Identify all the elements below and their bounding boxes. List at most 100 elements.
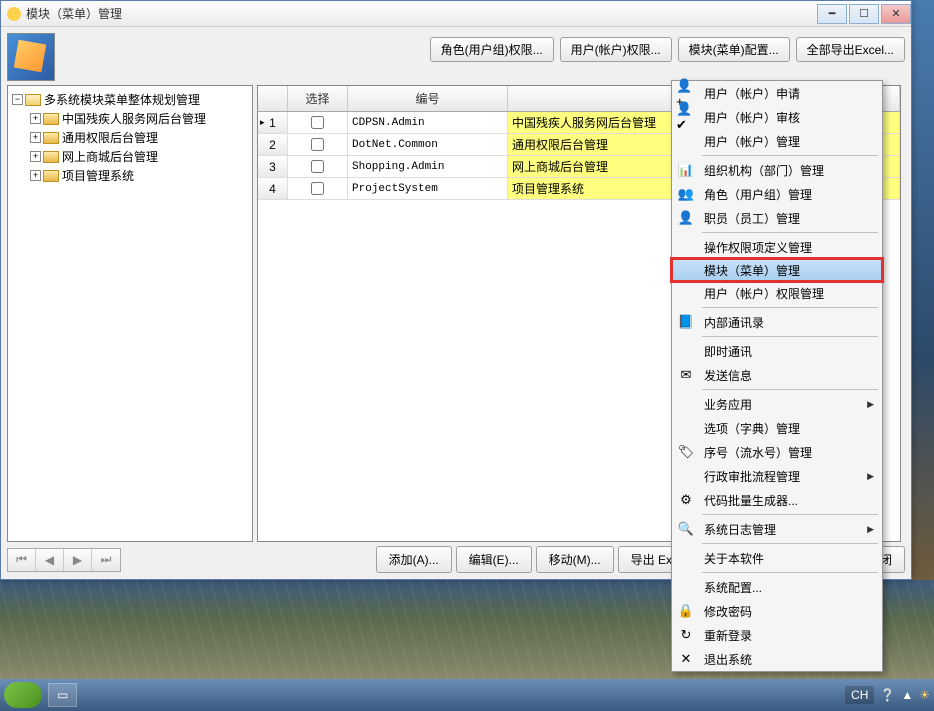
expand-icon[interactable]: + (30, 113, 41, 124)
submenu-arrow-icon: ▶ (867, 399, 874, 410)
move-button[interactable]: 移动(M)... (536, 546, 614, 573)
menu-item-icon (676, 260, 696, 280)
record-navigator: ⏮ ◀ ▶ ⏭ (7, 548, 121, 572)
menu-item-label: 序号（流水号）管理 (704, 444, 874, 461)
help-icon[interactable]: ❔ (880, 688, 895, 702)
row-checkbox[interactable] (311, 182, 324, 195)
menu-item-icon: 👤 (676, 208, 696, 228)
menu-item[interactable]: 用户（帐户）权限管理 (672, 281, 882, 305)
menu-item-icon (676, 394, 696, 414)
menu-item[interactable]: 👥角色（用户组）管理 (672, 182, 882, 206)
menu-item-icon: 👤+ (676, 83, 696, 103)
menu-item[interactable]: 选项（字典）管理 (672, 416, 882, 440)
notification-icon[interactable]: ☀ (919, 688, 930, 702)
taskbar-item[interactable]: ▭ (48, 683, 77, 707)
row-number-header (258, 86, 288, 111)
start-button[interactable] (4, 682, 42, 708)
menu-item-icon: 📘 (676, 312, 696, 332)
submenu-arrow-icon: ▶ (867, 471, 874, 482)
menu-item[interactable]: ⚙代码批量生成器... (672, 488, 882, 512)
context-menu[interactable]: 👤+用户（帐户）申请👤✔用户（帐户）审核用户（帐户）管理 📊 组织机构（部门）管理 👥… (671, 80, 883, 672)
minimize-button[interactable]: ━ (817, 4, 847, 24)
edit-button[interactable]: 编辑(E)... (456, 546, 532, 573)
row-number-cell: 4 (258, 178, 288, 199)
menu-item[interactable]: 👤+用户（帐户）申请 (672, 81, 882, 105)
expand-icon[interactable]: + (30, 170, 41, 181)
tree-item[interactable]: +中国残疾人服务网后台管理 (12, 109, 248, 128)
role-permission-button[interactable]: 角色(用户组)权限... (430, 37, 554, 62)
row-checkbox[interactable] (311, 116, 324, 129)
nav-last-button[interactable]: ⏭ (92, 549, 120, 571)
taskbar[interactable]: ▭ CH ❔ ▲ ☀ (0, 679, 934, 711)
expand-icon[interactable]: + (30, 132, 41, 143)
tray-icon[interactable]: ▲ (901, 688, 913, 702)
titlebar[interactable]: 模块（菜单）管理 ━ ☐ ✕ (1, 1, 911, 27)
row-number-cell: 1 (258, 112, 288, 133)
expand-icon[interactable]: + (30, 151, 41, 162)
menu-separator (702, 336, 878, 337)
nav-first-button[interactable]: ⏮ (8, 549, 36, 571)
menu-item-icon: 📊 (676, 160, 696, 180)
system-tray: CH ❔ ▲ ☀ (845, 686, 930, 704)
row-checkbox[interactable] (311, 138, 324, 151)
code-cell: ProjectSystem (348, 178, 508, 199)
menu-item[interactable]: 👤✔用户（帐户）审核 (672, 105, 882, 129)
menu-item[interactable]: 行政审批流程管理▶ (672, 464, 882, 488)
menu-item[interactable]: 📊 组织机构（部门）管理 (672, 158, 882, 182)
row-number-cell: 2 (258, 134, 288, 155)
tree-root[interactable]: − 多系统模块菜单整体规划管理 (12, 90, 248, 109)
menu-item-label: 职员（员工）管理 (704, 210, 874, 227)
close-button[interactable]: ✕ (881, 4, 911, 24)
folder-icon (43, 170, 59, 182)
menu-item[interactable]: 📘内部通讯录 (672, 310, 882, 334)
ime-indicator[interactable]: CH (845, 686, 874, 704)
menu-item-icon (676, 131, 696, 151)
nav-next-button[interactable]: ▶ (64, 549, 92, 571)
menu-item[interactable]: 🏷序号（流水号）管理 (672, 440, 882, 464)
menu-separator (702, 155, 878, 156)
row-checkbox[interactable] (311, 160, 324, 173)
nav-prev-button[interactable]: ◀ (36, 549, 64, 571)
menu-item-icon: 👥 (676, 184, 696, 204)
menu-item-icon: ↻ (676, 625, 696, 645)
menu-item[interactable]: 系统配置... (672, 575, 882, 599)
add-button[interactable]: 添加(A)... (376, 546, 452, 573)
user-permission-button[interactable]: 用户(帐户)权限... (560, 37, 672, 62)
menu-item[interactable]: 操作权限项定义管理 (672, 235, 882, 259)
tree-item-label: 项目管理系统 (62, 167, 134, 184)
tree-item[interactable]: +通用权限后台管理 (12, 128, 248, 147)
select-column-header[interactable]: 选择 (288, 86, 348, 111)
menu-item-label: 用户（帐户）审核 (704, 109, 874, 126)
code-column-header[interactable]: 编号 (348, 86, 508, 111)
code-cell: CDPSN.Admin (348, 112, 508, 133)
maximize-button[interactable]: ☐ (849, 4, 879, 24)
module-tree[interactable]: − 多系统模块菜单整体规划管理 +中国残疾人服务网后台管理+通用权限后台管理+网… (7, 85, 253, 542)
menu-item[interactable]: 🔒修改密码 (672, 599, 882, 623)
module-config-button[interactable]: 模块(菜单)配置... (678, 37, 790, 62)
menu-item-label: 代码批量生成器... (704, 492, 874, 509)
window-title: 模块（菜单）管理 (26, 5, 815, 22)
menu-separator (702, 543, 878, 544)
menu-item-label: 修改密码 (704, 603, 874, 620)
menu-item-label: 行政审批流程管理 (704, 468, 867, 485)
menu-item[interactable]: 模块（菜单）管理 (671, 258, 883, 282)
menu-item[interactable]: 🔍系统日志管理▶ (672, 517, 882, 541)
menu-item-icon (676, 283, 696, 303)
menu-item-icon (676, 577, 696, 597)
menu-item[interactable]: ✉发送信息 (672, 363, 882, 387)
menu-item[interactable]: ↻重新登录 (672, 623, 882, 647)
folder-icon (43, 151, 59, 163)
menu-item-label: 组织机构（部门）管理 (704, 162, 874, 179)
tree-item[interactable]: + 项目管理系统 (12, 166, 248, 185)
menu-item[interactable]: 业务应用▶ (672, 392, 882, 416)
menu-item[interactable]: 即时通讯 (672, 339, 882, 363)
folder-open-icon (25, 94, 41, 106)
collapse-icon[interactable]: − (12, 94, 23, 105)
menu-item[interactable]: 👤 职员（员工）管理 (672, 206, 882, 230)
menu-item[interactable]: ✕退出系统 (672, 647, 882, 671)
export-excel-button[interactable]: 全部导出Excel... (796, 37, 905, 62)
menu-item[interactable]: 用户（帐户）管理 (672, 129, 882, 153)
folder-icon (43, 113, 59, 125)
menu-item[interactable]: 关于本软件 (672, 546, 882, 570)
tree-item[interactable]: +网上商城后台管理 (12, 147, 248, 166)
